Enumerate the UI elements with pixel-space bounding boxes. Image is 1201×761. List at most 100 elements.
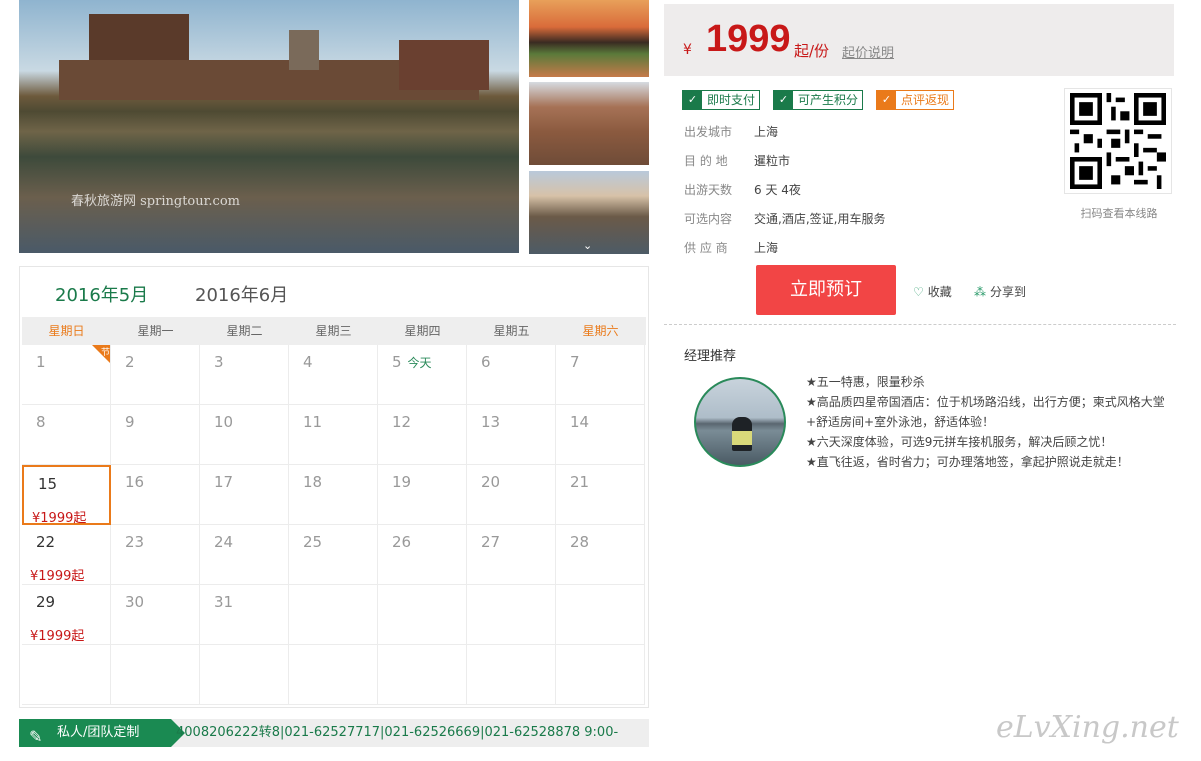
manager-avatar	[694, 377, 786, 467]
calendar-day: 28	[556, 525, 645, 585]
price-calendar: 2016年5月 2016年6月 星期日 星期一 星期二 星期三 星期四 星期五 星期六 1节…	[19, 266, 649, 708]
pencil-ruler-icon: ✎	[29, 727, 43, 746]
day-number: 25	[303, 533, 322, 551]
calendar-day[interactable]: 22 ¥1999起	[22, 525, 111, 585]
custom-tour-label: 私人/团队定制	[57, 725, 140, 740]
calendar-day: 12	[378, 405, 467, 465]
info-value: 暹粒市	[754, 154, 791, 168]
calendar-day[interactable]: 29 ¥1999起	[22, 585, 111, 645]
info-key: 供 应 商	[684, 241, 728, 255]
day-number-text: 26	[392, 533, 412, 551]
calendar-day: 6	[467, 345, 556, 405]
favorite-button[interactable]: ♡ 收藏	[913, 283, 952, 300]
day-number: 8	[36, 413, 46, 431]
day-number-text: 17	[214, 473, 234, 491]
calendar-day: 2	[111, 345, 200, 405]
calendar-day: 16	[111, 465, 200, 525]
day-number-text: 24	[214, 533, 234, 551]
day-number-text: 4	[303, 353, 313, 371]
day-number-text: 28	[570, 533, 590, 551]
recommendation-line: ★五一特惠，限量秒杀	[806, 375, 925, 389]
tab-month-june[interactable]: 2016年6月	[195, 281, 288, 307]
weekday-header: 星期日 星期一 星期二 星期三 星期四 星期五 星期六	[22, 317, 646, 345]
calendar-day: 4	[289, 345, 378, 405]
price-explain-link[interactable]: 起价说明	[842, 42, 894, 61]
day-number: 30	[125, 593, 144, 611]
day-number: 1	[36, 353, 46, 371]
calendar-day: 25	[289, 525, 378, 585]
day-number: 22	[36, 533, 55, 551]
day-number: 4	[303, 353, 313, 371]
day-number-text: 10	[214, 413, 234, 431]
book-now-button[interactable]: 立即预订	[756, 265, 896, 315]
price-unit: 起/份	[794, 42, 830, 60]
weekday-label: 星期日	[48, 324, 85, 338]
day-number-text: 23	[125, 533, 145, 551]
day-number-text: 15	[38, 475, 58, 493]
day-number-text: 16	[125, 473, 145, 491]
badge-label: 可产生积分	[798, 93, 859, 107]
calendar-day: 19	[378, 465, 467, 525]
info-value: 上海	[754, 241, 779, 255]
calendar-day[interactable]: 15 ¥1999起	[22, 465, 111, 526]
main-photo[interactable]: 春秋旅游网 springtour.com	[19, 0, 519, 253]
share-label: 分享到	[990, 285, 1027, 299]
info-key: 出游天数	[684, 183, 733, 197]
calendar-day: 20	[467, 465, 556, 525]
calendar-day: 9	[111, 405, 200, 465]
thumbnail-1[interactable]	[529, 0, 649, 77]
weekday-label: 星期五	[493, 324, 530, 338]
info-duration: 出游天数 6 天 4夜	[684, 181, 801, 198]
calendar-day: 7	[556, 345, 645, 405]
price-amount: 1999	[706, 18, 791, 60]
calendar-day: 10	[200, 405, 289, 465]
custom-tour-tag[interactable]: ✎ 私人/团队定制	[19, 719, 185, 747]
info-key: 可选内容	[684, 212, 733, 226]
check-icon: ✓	[877, 91, 896, 109]
qr-caption: 扫码查看本线路	[1080, 207, 1158, 220]
day-number-text: 11	[303, 413, 323, 431]
day-price: ¥1999起	[32, 511, 87, 526]
day-number: 29	[36, 593, 55, 611]
info-supplier: 供 应 商 上海	[684, 239, 778, 256]
share-button[interactable]: ⁂ 分享到	[974, 283, 1026, 300]
today-label: 今天	[407, 356, 432, 370]
calendar-day: 5 今天	[378, 345, 467, 405]
day-number: 12	[392, 413, 411, 431]
price-box: ¥ 1999 起/份 起价说明	[664, 4, 1174, 76]
calendar-cell-empty	[467, 645, 556, 705]
day-number-text: 5	[392, 353, 402, 371]
site-watermark: eLvXing.net	[996, 710, 1179, 745]
info-destination: 目 的 地 暹粒市	[684, 152, 790, 169]
day-number: 16	[125, 473, 144, 491]
calendar-cell-empty	[378, 645, 467, 705]
day-number: 20	[481, 473, 500, 491]
calendar-day: 13	[467, 405, 556, 465]
calendar-day: 27	[467, 525, 556, 585]
thumbnail-2[interactable]	[529, 82, 649, 165]
thumbnail-3[interactable]: ⌄	[529, 171, 649, 254]
day-number: 7	[570, 353, 580, 371]
day-number: 21	[570, 473, 589, 491]
badge-label: 即时支付	[707, 93, 756, 107]
qr-code	[1064, 88, 1172, 194]
avatar-vest	[732, 431, 752, 445]
tab-month-may[interactable]: 2016年5月	[55, 281, 148, 307]
day-number: 11	[303, 413, 322, 431]
day-number-text: 27	[481, 533, 501, 551]
day-number-text: 19	[392, 473, 412, 491]
badge-review-cashback: ✓ 点评返现	[876, 90, 955, 110]
calendar-day: 1节	[22, 345, 111, 405]
info-key: 出发城市	[684, 125, 733, 139]
calendar-cell-empty	[556, 585, 645, 645]
day-number-text: 13	[481, 413, 501, 431]
day-number: 27	[481, 533, 500, 551]
day-number-text: 3	[214, 353, 224, 371]
calendar-day: 11	[289, 405, 378, 465]
manager-title: 经理推荐	[684, 349, 737, 364]
temple-right	[399, 40, 489, 90]
chevron-down-icon[interactable]: ⌄	[583, 239, 592, 252]
day-number-text: 29	[36, 593, 56, 611]
weekday-label: 星期二	[226, 324, 263, 338]
info-value: 6 天 4夜	[754, 183, 801, 197]
